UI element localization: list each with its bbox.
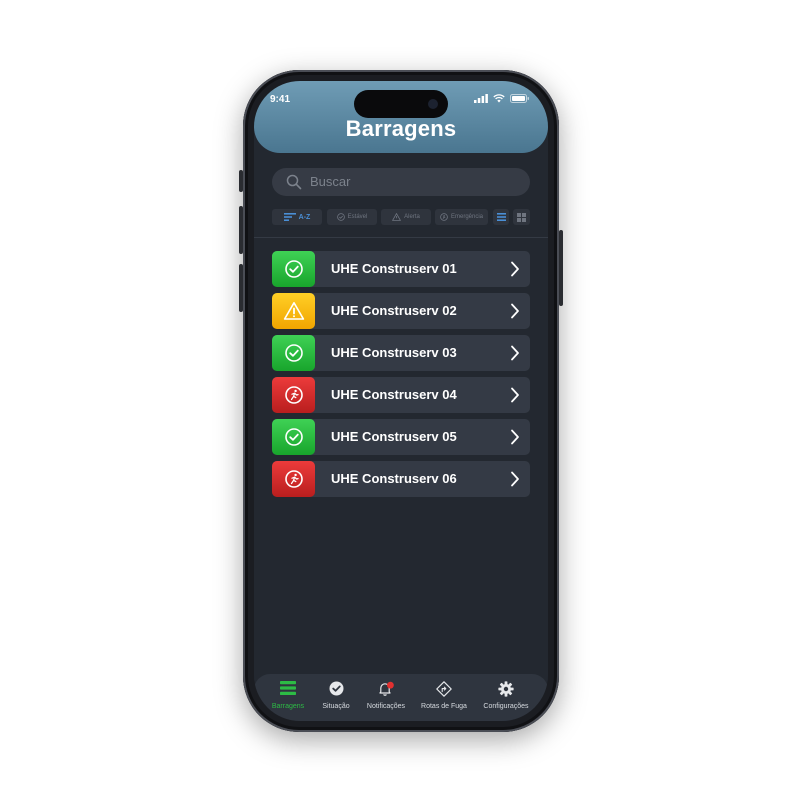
tab-label: Configurações [483, 703, 529, 710]
camera-icon [428, 99, 438, 109]
divider [254, 237, 548, 238]
dam-name: UHE Construserv 05 [331, 429, 457, 444]
app-header: 9:41 Barragens [254, 81, 548, 153]
search-placeholder: Buscar [310, 174, 351, 189]
check-circle-icon [336, 213, 345, 221]
list-item[interactable]: UHE Construserv 01 [272, 251, 530, 287]
list-view-icon [496, 213, 506, 221]
sort-az-button[interactable]: A-Z [272, 209, 322, 225]
dam-name: UHE Construserv 03 [331, 345, 457, 360]
filter-emergency-label: Emergência [450, 214, 483, 220]
filter-bar: A-Z Estável Alerta Emergência [272, 209, 530, 225]
list-item[interactable]: UHE Construserv 02 [272, 293, 530, 329]
chevron-right-icon [511, 345, 519, 361]
dam-name: UHE Construserv 06 [331, 471, 457, 486]
chevron-right-icon [511, 429, 519, 445]
chevron-right-icon [511, 471, 519, 487]
dam-name: UHE Construserv 04 [331, 387, 457, 402]
check-circle-icon [284, 260, 303, 278]
status-badge-stable [272, 335, 315, 371]
grid-view-toggle[interactable] [513, 209, 530, 225]
status-time: 9:41 [270, 94, 291, 105]
page-title: Barragens [345, 116, 457, 141]
filter-alert-chip[interactable]: Alerta [381, 209, 431, 225]
sort-lines-icon [283, 213, 296, 221]
battery-icon [510, 94, 529, 103]
dam-name: UHE Construserv 01 [331, 261, 457, 276]
tab-label: Notificações [366, 703, 406, 710]
volume-up-button [239, 206, 243, 254]
filter-alert-label: Alerta [404, 214, 420, 220]
chevron-right-icon [511, 387, 519, 403]
power-button [559, 230, 563, 306]
dam-list-icon [280, 681, 296, 695]
filter-stable-label: Estável [347, 214, 368, 220]
list-item[interactable]: UHE Construserv 06 [272, 461, 530, 497]
filter-emergency-chip[interactable]: Emergência [435, 209, 488, 225]
list-item[interactable]: UHE Construserv 05 [272, 419, 530, 455]
grid-view-icon [517, 212, 526, 222]
status-badge-emergency [272, 461, 315, 497]
warning-icon [283, 302, 304, 320]
dynamic-island [354, 90, 448, 118]
search-input[interactable]: Buscar [272, 168, 530, 196]
tab-rotas-de-fuga[interactable]: Rotas de Fuga [415, 674, 473, 721]
search-icon [286, 174, 302, 190]
check-circle-icon [284, 344, 303, 362]
status-badge-stable [272, 419, 315, 455]
runner-circle-icon [440, 213, 448, 221]
chevron-right-icon [511, 303, 519, 319]
list-item[interactable]: UHE Construserv 03 [272, 335, 530, 371]
tab-configuracoes[interactable]: Configurações [477, 674, 535, 721]
dam-name: UHE Construserv 02 [331, 303, 457, 318]
wifi-icon [493, 94, 505, 103]
warning-icon [392, 213, 402, 221]
signal-icon [474, 94, 488, 103]
list-view-toggle[interactable] [493, 209, 509, 225]
status-badge-stable [272, 251, 315, 287]
content-panel [254, 153, 548, 681]
volume-down-button [239, 264, 243, 312]
status-icons [474, 94, 530, 103]
bell-icon [379, 681, 394, 696]
screen: 9:41 Barragens Buscar A-Z Estável Alerta… [254, 81, 548, 721]
silent-switch [239, 170, 243, 192]
chevron-right-icon [511, 261, 519, 277]
status-badge-alert [272, 293, 315, 329]
check-circle-icon [284, 428, 303, 446]
tab-label: Rotas de Fuga [421, 703, 467, 710]
running-person-icon [284, 386, 303, 404]
list-item[interactable]: UHE Construserv 04 [272, 377, 530, 413]
sort-label: A-Z [298, 213, 311, 221]
running-person-icon [284, 470, 303, 488]
status-badge-emergency [272, 377, 315, 413]
tab-notificacoes[interactable]: Notificações [357, 674, 415, 721]
check-circle-icon [329, 681, 343, 696]
gear-icon [498, 681, 514, 697]
filter-stable-chip[interactable]: Estável [327, 209, 377, 225]
tab-bar: Barragens Situação Notificações Rotas de… [254, 674, 548, 721]
route-sign-icon [436, 681, 452, 697]
